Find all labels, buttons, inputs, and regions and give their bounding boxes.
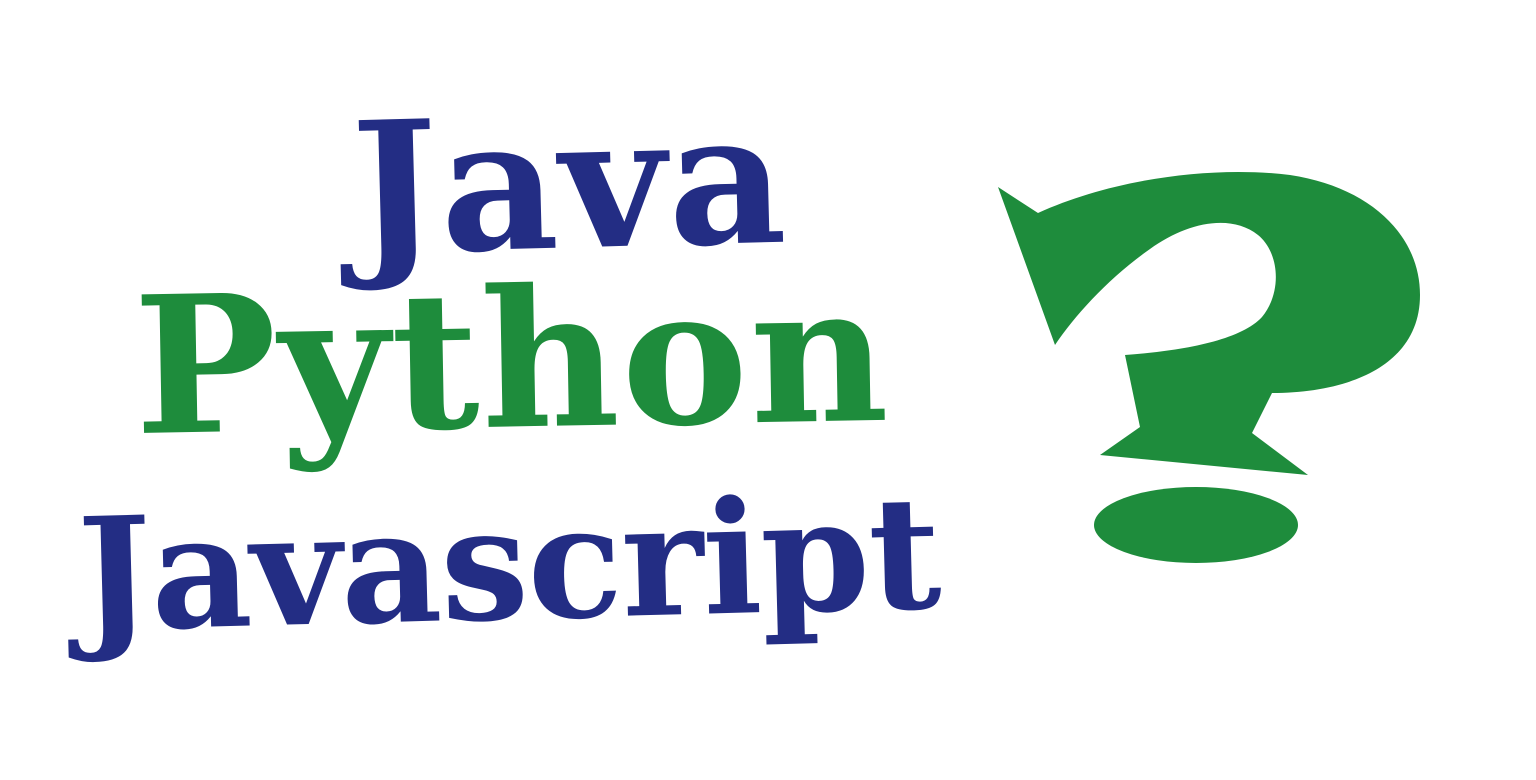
word-python: Python: [132, 241, 892, 478]
question-mark-hook: [998, 171, 1420, 475]
question-mark-icon: [998, 171, 1420, 563]
question-mark-dot: [1094, 487, 1298, 563]
graphic-canvas: Java Python Javascript: [0, 0, 1536, 780]
word-javascript: Javascript: [75, 461, 943, 667]
